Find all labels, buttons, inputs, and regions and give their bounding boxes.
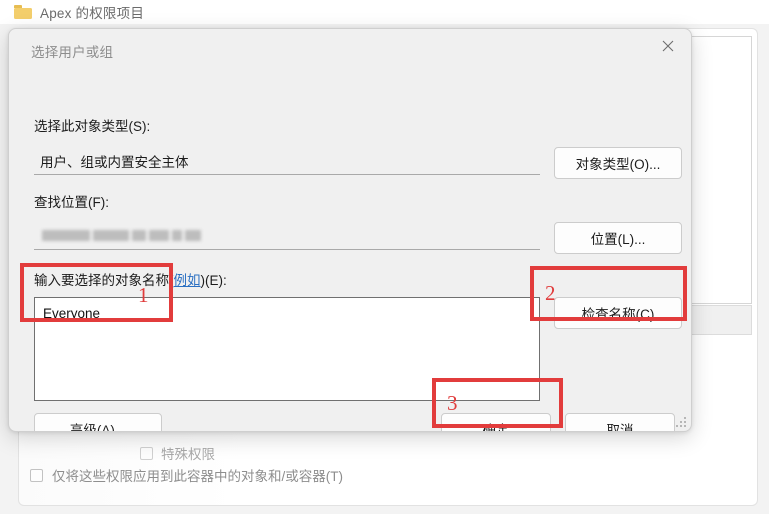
names-label-suffix: )(E): — [200, 273, 227, 288]
location-value-redacted — [42, 230, 201, 241]
apply-to-container-checkbox[interactable] — [30, 468, 43, 482]
background-window-header: Apex 的权限项目 — [0, 0, 769, 24]
object-type-button[interactable]: 对象类型(O)... — [554, 147, 682, 179]
object-type-label: 选择此对象类型(S): — [34, 119, 151, 134]
object-type-input[interactable]: 用户、组或内置安全主体 — [34, 147, 540, 175]
advanced-button[interactable]: 高级(A)... — [34, 413, 162, 431]
apply-to-container-row[interactable]: 仅将这些权限应用到此容器中的对象和/或容器(T) — [30, 465, 343, 485]
special-permission-row: 特殊权限 — [140, 443, 215, 463]
special-permission-checkbox[interactable] — [140, 446, 153, 460]
resize-grip-icon[interactable] — [672, 413, 686, 427]
close-icon[interactable] — [645, 29, 691, 63]
object-type-value: 用户、组或内置安全主体 — [40, 154, 189, 170]
apply-to-container-label: 仅将这些权限应用到此容器中的对象和/或容器(T) — [52, 469, 343, 484]
dialog-titlebar[interactable]: 选择用户或组 — [9, 29, 691, 69]
cancel-button[interactable]: 取消 — [565, 413, 675, 431]
check-names-button[interactable]: 检查名称(C) — [554, 297, 682, 329]
special-permission-label: 特殊权限 — [161, 447, 215, 462]
names-example-link[interactable]: 例如 — [174, 273, 201, 288]
names-label-prefix: 输入要选择的对象名称( — [34, 273, 174, 288]
select-user-or-group-dialog: 选择用户或组 选择此对象类型(S): 用户、组或内置安全主体 对象类型(O)..… — [8, 28, 692, 432]
dialog-title: 选择用户或组 — [31, 45, 114, 60]
names-label: 输入要选择的对象名称(例如)(E): — [34, 269, 227, 289]
background-window-title: Apex 的权限项目 — [40, 6, 145, 21]
screen: 特殊权限 仅将这些权限应用到此容器中的对象和/或容器(T) Apex 的权限项目… — [0, 0, 769, 514]
names-input[interactable]: Everyone — [34, 297, 540, 401]
names-value: Everyone — [43, 306, 101, 321]
location-label: 查找位置(F): — [34, 195, 109, 210]
folder-icon — [14, 5, 32, 19]
location-button[interactable]: 位置(L)... — [554, 222, 682, 254]
location-input[interactable] — [34, 222, 540, 250]
ok-button[interactable]: 确定 — [441, 413, 551, 431]
